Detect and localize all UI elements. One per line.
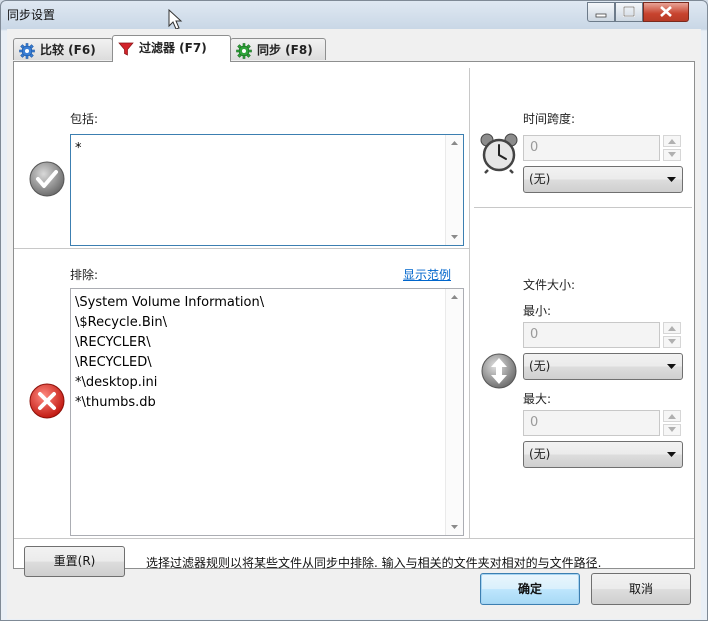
- scroll-down-icon[interactable]: [446, 228, 463, 245]
- mouse-cursor-icon: [168, 9, 183, 30]
- time-size-divider: [474, 207, 692, 208]
- checkmark-icon: [29, 161, 65, 197]
- min-size-stepper[interactable]: 0: [523, 322, 683, 348]
- cancel-button[interactable]: 取消: [591, 573, 691, 605]
- ok-button-label: 确定: [517, 582, 542, 596]
- vertical-divider: [469, 68, 470, 538]
- spin-down-icon: [668, 339, 676, 344]
- cross-icon: [29, 383, 65, 419]
- max-size-down-button[interactable]: [663, 424, 681, 436]
- spin-up-icon: [668, 414, 676, 419]
- time-span-up-button[interactable]: [663, 135, 681, 147]
- filter-hint-text: 选择过滤器规则以将某些文件从同步中排除. 输入与相关的文件夹对相对的与文件路径.: [146, 556, 602, 570]
- exclude-label: 排除:: [70, 268, 99, 282]
- title-bar[interactable]: 同步设置: [1, 1, 707, 30]
- close-button[interactable]: [643, 2, 689, 22]
- window-title: 同步设置: [7, 8, 56, 22]
- tab-compare[interactable]: 比较 (F6): [13, 38, 113, 60]
- minimize-icon: [595, 13, 607, 18]
- min-size-input[interactable]: 0: [523, 322, 660, 348]
- max-size-label: 最大:: [523, 392, 552, 406]
- filter-panel: 包括: * 排除: 显示范例 \System Volume Informatio…: [13, 61, 695, 577]
- show-example-link[interactable]: 显示范例: [403, 266, 451, 283]
- scroll-up-icon[interactable]: [446, 135, 463, 152]
- gear-blue-icon: [19, 43, 35, 59]
- tab-sync[interactable]: 同步 (F8): [230, 38, 326, 60]
- cancel-button-label: 取消: [628, 582, 653, 596]
- min-size-down-button[interactable]: [663, 336, 681, 348]
- chevron-down-icon: [667, 452, 676, 457]
- exclude-textarea[interactable]: \System Volume Information\ \$Recycle.Bi…: [70, 288, 464, 536]
- time-span-unit-select[interactable]: (无): [523, 166, 683, 193]
- tab-filter[interactable]: 过滤器 (F7): [112, 35, 231, 62]
- up-down-arrows-icon: [481, 353, 517, 389]
- max-size-unit-value: (无): [529, 447, 551, 461]
- dialog-client: 比较 (F6) 过滤器 (F7) 同步 (F8) 包括: * 排除: 显示范例 …: [7, 29, 701, 619]
- footer-divider: [14, 538, 694, 539]
- min-size-unit-select[interactable]: (无): [523, 353, 683, 380]
- alarm-clock-icon: [480, 133, 518, 174]
- max-size-stepper[interactable]: 0: [523, 410, 683, 436]
- maximize-icon: [623, 6, 635, 17]
- chevron-down-icon: [667, 177, 676, 182]
- include-label: 包括:: [70, 112, 99, 126]
- include-textarea[interactable]: *: [70, 134, 464, 246]
- scroll-down-icon[interactable]: [446, 518, 463, 535]
- min-size-label: 最小:: [523, 304, 552, 318]
- min-size-up-button[interactable]: [663, 322, 681, 334]
- ok-button[interactable]: 确定: [480, 573, 580, 605]
- include-scrollbar[interactable]: [445, 135, 463, 245]
- spin-up-icon: [668, 326, 676, 331]
- spin-up-icon: [668, 139, 676, 144]
- time-span-stepper[interactable]: 0: [523, 135, 683, 161]
- max-size-input[interactable]: 0: [523, 410, 660, 436]
- include-exclude-divider: [14, 248, 470, 249]
- exclude-scrollbar[interactable]: [445, 289, 463, 535]
- minimize-button[interactable]: [587, 2, 615, 22]
- time-span-down-button[interactable]: [663, 149, 681, 161]
- sync-settings-window: 同步设置 比较 (F6) 过滤器 (F7) 同步 (F8) 包括: * 排除: …: [0, 0, 708, 621]
- min-size-unit-value: (无): [529, 359, 551, 373]
- spin-down-icon: [668, 152, 676, 157]
- reset-button[interactable]: 重置(R): [24, 546, 125, 577]
- max-size-unit-select[interactable]: (无): [523, 441, 683, 468]
- max-size-up-button[interactable]: [663, 410, 681, 422]
- reset-button-label: 重置(R): [53, 554, 96, 568]
- gear-green-icon: [236, 43, 252, 59]
- time-span-input[interactable]: 0: [523, 135, 660, 161]
- scroll-up-icon[interactable]: [446, 289, 463, 306]
- maximize-button[interactable]: [615, 2, 643, 22]
- time-span-unit-value: (无): [529, 172, 551, 186]
- close-icon: [660, 6, 672, 17]
- tab-filter-label: 过滤器 (F7): [139, 41, 207, 55]
- spin-down-icon: [668, 427, 676, 432]
- tab-compare-label: 比较 (F6): [40, 43, 96, 57]
- chevron-down-icon: [667, 364, 676, 369]
- exclude-text: \System Volume Information\ \$Recycle.Bi…: [75, 295, 265, 410]
- time-span-label: 时间跨度:: [523, 112, 576, 126]
- include-text: *: [75, 141, 82, 156]
- tab-sync-label: 同步 (F8): [257, 43, 313, 57]
- file-size-label: 文件大小:: [523, 278, 576, 292]
- filter-funnel-icon: [118, 42, 134, 56]
